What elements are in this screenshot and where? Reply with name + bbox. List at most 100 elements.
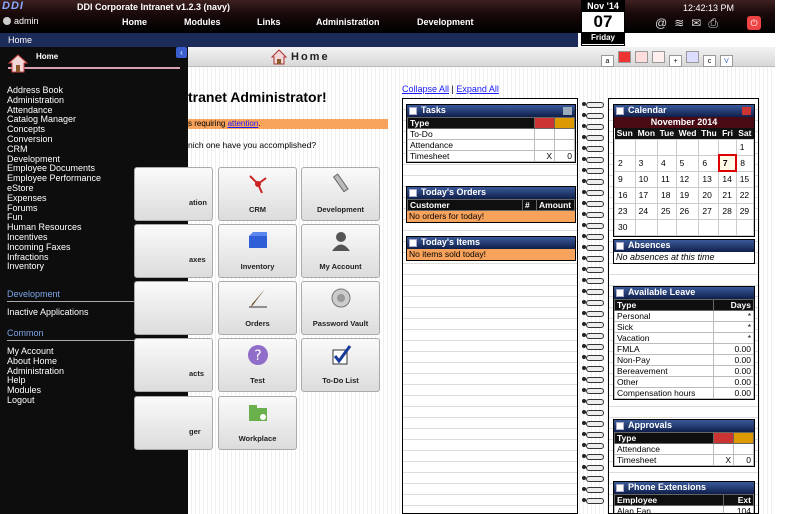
link-icon[interactable] <box>652 51 665 63</box>
link-icon[interactable] <box>635 51 648 63</box>
tasks-header[interactable]: Tasks <box>407 105 575 117</box>
table-row[interactable]: Personal * <box>614 310 754 322</box>
tile-password-vault[interactable]: Password Vault <box>301 281 380 335</box>
table-row[interactable]: To-Do <box>407 128 575 140</box>
breadcrumb-home[interactable]: Home <box>8 35 32 45</box>
calendar-day[interactable]: 13 <box>698 170 720 188</box>
calendar-day[interactable]: 28 <box>718 202 737 220</box>
table-row[interactable]: Timesheet X 0 <box>407 150 575 162</box>
tile-workplace[interactable]: Workplace <box>218 396 297 450</box>
table-row[interactable]: Bereavement 0.00 <box>614 365 754 377</box>
tile-crm[interactable]: CRM <box>218 167 297 221</box>
table-row[interactable]: Non-Pay 0.00 <box>614 354 754 366</box>
absences-header[interactable]: Absences <box>614 240 754 252</box>
calendar-day[interactable]: 19 <box>675 186 700 204</box>
tile-manager[interactable]: ger <box>134 396 213 450</box>
calendar-day[interactable]: 23 <box>614 202 636 220</box>
tile-faxes[interactable]: axes <box>134 224 213 278</box>
calendar-day[interactable]: 15 <box>735 170 755 188</box>
orders-header[interactable]: Today's Orders <box>407 187 575 199</box>
calendar-day[interactable]: 11 <box>657 170 677 188</box>
check-icon[interactable] <box>563 107 572 115</box>
attention-link[interactable]: attention <box>228 119 259 128</box>
calendar-day[interactable]: 26 <box>675 202 700 220</box>
calendar-day[interactable]: 1 <box>735 138 755 156</box>
table-row[interactable]: Vacation * <box>614 332 754 344</box>
calendar-day[interactable]: 5 <box>675 154 700 172</box>
sidebar-item[interactable]: Inventory <box>7 262 101 272</box>
calendar-day[interactable]: 6 <box>698 154 720 172</box>
tile-development[interactable]: Development <box>301 167 380 221</box>
expand-all-link[interactable]: Expand All <box>456 84 499 94</box>
calendar-day[interactable]: 16 <box>614 186 636 204</box>
tile-application[interactable]: ation <box>134 167 213 221</box>
calendar-day[interactable]: 21 <box>718 186 737 204</box>
tile-inventory[interactable]: Inventory <box>218 224 297 278</box>
leave-header[interactable]: Available Leave <box>614 287 754 299</box>
mail-icon[interactable]: ✉ <box>691 16 708 30</box>
collapse-icon[interactable] <box>409 189 417 197</box>
print-icon[interactable]: ⎙ <box>708 16 725 30</box>
table-row[interactable]: Compensation hours 0.00 <box>614 387 754 399</box>
tile-orders[interactable]: Orders <box>218 281 297 335</box>
calendar-icon[interactable] <box>742 107 751 115</box>
collapse-icon[interactable] <box>616 484 624 492</box>
link-icon[interactable]: c <box>703 55 716 67</box>
sidebar-home[interactable]: Home <box>8 51 180 73</box>
calendar-day[interactable]: 29 <box>735 202 755 220</box>
sidebar-item[interactable]: Inactive Applications <box>7 307 89 318</box>
nav-links[interactable]: Links <box>257 17 281 27</box>
calendar-day[interactable]: 27 <box>698 202 720 220</box>
tile-contacts[interactable]: acts <box>134 338 213 392</box>
approvals-header[interactable]: Approvals <box>614 420 754 432</box>
calendar-day[interactable]: 17 <box>634 186 659 204</box>
amazon-icon[interactable]: a <box>601 55 614 67</box>
collapse-icon[interactable] <box>616 242 624 250</box>
logout-power-icon[interactable]: ⏻ <box>747 16 761 30</box>
calendar-day[interactable]: 12 <box>675 170 700 188</box>
table-row[interactable]: Other 0.00 <box>614 376 754 388</box>
collapse-icon[interactable] <box>616 289 624 297</box>
calendar-day[interactable]: 25 <box>657 202 677 220</box>
link-icon[interactable]: + <box>669 55 682 67</box>
tile-blank[interactable] <box>134 281 213 335</box>
calendar-day[interactable]: 8 <box>735 154 755 172</box>
calendar-day[interactable]: 22 <box>735 186 755 204</box>
calendar-day[interactable]: 10 <box>634 170 659 188</box>
calendar-day[interactable]: 7 <box>717 154 738 172</box>
table-row[interactable]: Attendance <box>614 443 754 455</box>
items-header[interactable]: Today's Items <box>407 237 575 249</box>
tile-my-account[interactable]: My Account <box>301 224 380 278</box>
collapse-all-link[interactable]: Collapse All <box>402 84 449 94</box>
tile-test[interactable]: ? Test <box>218 338 297 392</box>
collapse-icon[interactable] <box>616 422 624 430</box>
calendar-day[interactable]: 9 <box>614 170 636 188</box>
nav-administration[interactable]: Administration <box>316 17 380 27</box>
table-row[interactable]: Sick * <box>614 321 754 333</box>
sidebar-item[interactable]: Logout <box>7 395 64 406</box>
table-row[interactable]: FMLA 0.00 <box>614 343 754 355</box>
calendar-day[interactable]: 24 <box>634 202 659 220</box>
table-row[interactable]: Attendance <box>407 139 575 151</box>
tile-to-do-list[interactable]: To-Do List <box>301 338 380 392</box>
link-icon[interactable] <box>618 51 631 63</box>
table-row[interactable]: Timesheet X 0 <box>614 454 754 466</box>
calendar-day[interactable]: 20 <box>698 186 720 204</box>
nav-modules[interactable]: Modules <box>184 17 221 27</box>
flag-icon[interactable] <box>686 51 699 63</box>
nav-development[interactable]: Development <box>417 17 474 27</box>
calendar-day[interactable]: 2 <box>614 154 636 172</box>
link-icon[interactable]: V <box>720 55 733 67</box>
collapse-icon[interactable] <box>616 107 624 115</box>
calendar-day[interactable]: 30 <box>614 218 636 236</box>
calendar-day[interactable]: 14 <box>718 170 737 188</box>
extensions-header[interactable]: Phone Extensions <box>614 482 754 494</box>
collapse-icon[interactable] <box>409 107 417 115</box>
table-row[interactable]: Alan Fan 104 <box>614 505 754 513</box>
signal-icon[interactable]: ≋ <box>674 16 691 30</box>
calendar-day[interactable]: 3 <box>634 154 659 172</box>
nav-home[interactable]: Home <box>122 17 147 27</box>
collapse-icon[interactable] <box>409 239 417 247</box>
calendar-day[interactable]: 18 <box>657 186 677 204</box>
calendar-month[interactable]: November 2014 <box>614 117 754 128</box>
